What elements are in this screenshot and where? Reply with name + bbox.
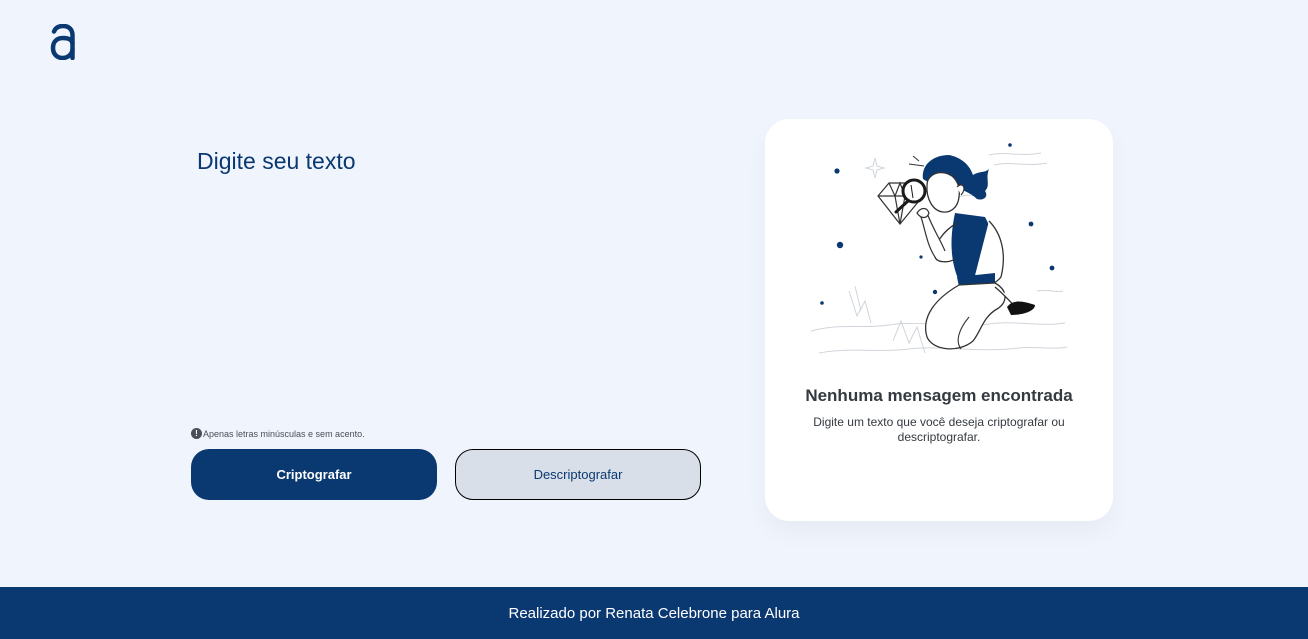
decrypt-button[interactable]: Descriptografar — [455, 449, 701, 500]
no-message-text: Digite um texto que você deseja criptogr… — [813, 415, 1065, 444]
no-message-title: Nenhuma mensagem encontrada — [805, 386, 1073, 405]
output-card: Nenhuma mensagem encontrada Digite um te… — [765, 119, 1113, 521]
alura-logo-icon — [50, 23, 76, 61]
notice-text: Apenas letras minúsculas e sem acento. — [203, 428, 365, 439]
person-with-magnifying-glass-illustration — [810, 143, 1068, 354]
footer-credit: Realizado por Renata Celebrone para Alur… — [508, 604, 800, 622]
info-icon: ! — [191, 428, 202, 439]
footer: Realizado por Renata Celebrone para Alur… — [0, 587, 1308, 639]
encrypt-button[interactable]: Criptografar — [191, 449, 437, 500]
message-input[interactable] — [187, 140, 707, 410]
input-notice: ! Apenas letras minúsculas e sem acento. — [191, 428, 365, 439]
